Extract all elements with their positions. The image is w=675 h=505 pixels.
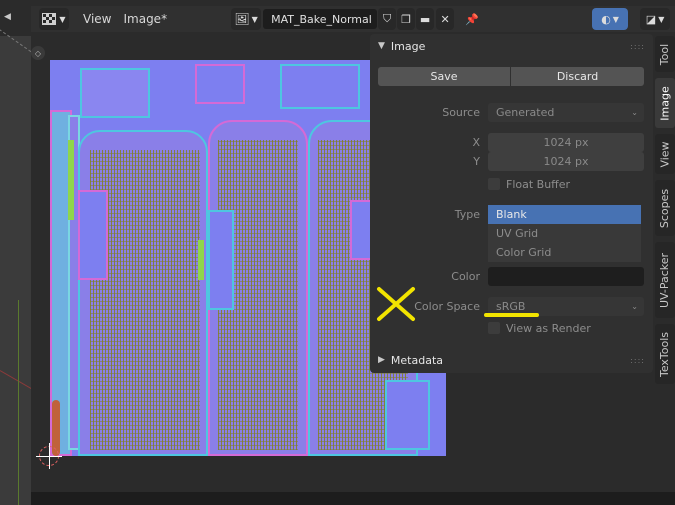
color-swatch[interactable] bbox=[488, 266, 644, 286]
x-label: X bbox=[472, 135, 480, 149]
open-image-button[interactable]: ▬ bbox=[416, 8, 435, 30]
menu-view[interactable]: View bbox=[77, 8, 117, 30]
x-row: X 1024 px bbox=[378, 132, 644, 152]
view-as-render-row: View as Render bbox=[378, 318, 644, 338]
texture-accent bbox=[198, 240, 204, 280]
texture-accent bbox=[68, 140, 74, 220]
checker-grid-icon bbox=[42, 13, 57, 25]
annotation-underline bbox=[484, 313, 539, 317]
pin-button[interactable]: 📌 bbox=[462, 8, 482, 30]
chevron-down-icon: ▼ bbox=[612, 14, 619, 24]
x-axis-line bbox=[0, 370, 31, 401]
y-axis-line bbox=[18, 300, 19, 505]
chevron-down-icon: ▼ bbox=[658, 14, 665, 24]
x-resolution-field[interactable]: 1024 px bbox=[488, 132, 644, 152]
image-editor: ▼ View Image* 🖼 ▼ MAT_Bake_Normal ⛉ ❐ ▬ … bbox=[31, 0, 675, 505]
texture-block bbox=[280, 64, 360, 109]
type-option-blank[interactable]: Blank bbox=[488, 205, 641, 224]
y-label: Y bbox=[473, 154, 480, 168]
color-label: Color bbox=[451, 269, 480, 283]
texture-hole bbox=[78, 190, 108, 280]
type-option-color-grid[interactable]: Color Grid bbox=[488, 243, 641, 262]
menu-image[interactable]: Image* bbox=[117, 8, 173, 30]
image-icon: 🖼 bbox=[234, 12, 250, 26]
collapse-triangle-icon[interactable]: ◀ bbox=[4, 12, 11, 22]
discard-button[interactable]: Discard bbox=[511, 66, 644, 86]
float-buffer-label: Float Buffer bbox=[506, 177, 571, 191]
color-space-value: sRGB bbox=[496, 299, 526, 313]
fake-user-button[interactable]: ⛉ bbox=[378, 8, 397, 30]
image-panel-header[interactable]: ▼ Image :::: bbox=[370, 34, 653, 58]
browse-image-button[interactable]: 🖼 ▼ bbox=[231, 8, 262, 30]
3d-viewport-edge[interactable]: ◀ bbox=[0, 0, 31, 505]
overlay-icon: ◐ bbox=[601, 12, 611, 26]
blender-window: ◀ ▼ View Image* 🖼 ▼ MAT_Bake_Normal ⛉ ❐ … bbox=[0, 0, 675, 505]
y-row: Y 1024 px bbox=[378, 151, 644, 171]
tab-view[interactable]: View bbox=[655, 134, 675, 174]
metadata-panel-header[interactable]: ▶ Metadata :::: bbox=[370, 349, 653, 371]
display-channels-button[interactable]: ◪ ▼ bbox=[640, 8, 671, 30]
2d-cursor-icon[interactable] bbox=[36, 443, 62, 469]
texture-block bbox=[80, 68, 150, 118]
float-buffer-row: Float Buffer bbox=[378, 174, 644, 194]
drag-grip-icon[interactable]: :::: bbox=[630, 42, 645, 51]
annotation-x-mark bbox=[377, 287, 415, 321]
texture-block bbox=[385, 380, 430, 450]
chevron-right-icon: ▶ bbox=[378, 355, 385, 365]
image-name-field[interactable]: MAT_Bake_Normal bbox=[263, 9, 378, 29]
chevron-down-icon: ▼ bbox=[251, 14, 258, 24]
drag-grip-icon[interactable]: :::: bbox=[630, 356, 645, 365]
tab-tool[interactable]: Tool bbox=[655, 36, 675, 72]
close-icon: ✕ bbox=[440, 12, 450, 26]
view-as-render-checkbox[interactable] bbox=[488, 322, 500, 334]
texture-block bbox=[195, 64, 245, 104]
image-panel-title: Image bbox=[390, 39, 426, 53]
folder-icon: ▬ bbox=[419, 12, 431, 26]
duplicate-icon: ❐ bbox=[401, 12, 412, 26]
gizmo-toggle-button[interactable]: ◐ ▼ bbox=[592, 8, 629, 30]
chevron-down-icon: ⌄ bbox=[631, 301, 638, 311]
source-value: Generated bbox=[496, 105, 555, 119]
save-button[interactable]: Save bbox=[378, 66, 510, 86]
unlink-button[interactable]: ✕ bbox=[436, 8, 455, 30]
source-row: Source Generated ⌄ bbox=[378, 102, 644, 122]
color-row: Color bbox=[378, 266, 644, 286]
tab-textools[interactable]: TexTools bbox=[655, 324, 675, 384]
metadata-title: Metadata bbox=[390, 353, 444, 367]
status-bar bbox=[31, 492, 675, 505]
type-label: Type bbox=[454, 207, 480, 221]
shield-icon: ⛉ bbox=[382, 12, 392, 25]
y-resolution-field[interactable]: 1024 px bbox=[488, 151, 644, 171]
pin-icon: 📌 bbox=[465, 12, 479, 26]
chevron-down-icon: ▼ bbox=[378, 41, 385, 51]
type-option-uv-grid[interactable]: UV Grid bbox=[488, 224, 641, 243]
chevron-down-icon: ▼ bbox=[59, 14, 66, 24]
tab-uv-packer[interactable]: UV-Packer bbox=[655, 242, 675, 318]
texture-hole bbox=[208, 210, 234, 310]
source-label: Source bbox=[442, 105, 480, 119]
source-dropdown[interactable]: Generated ⌄ bbox=[488, 102, 644, 122]
tab-image[interactable]: Image bbox=[655, 78, 675, 128]
toolbar-expand-icon[interactable]: ◇ bbox=[31, 46, 45, 60]
display-channel-icon: ◪ bbox=[645, 12, 657, 26]
chevron-down-icon: ⌄ bbox=[631, 107, 638, 117]
float-buffer-checkbox[interactable] bbox=[488, 178, 500, 190]
image-sidebar-panel: ▼ Image :::: Save Discard Source Generat… bbox=[370, 34, 653, 373]
image-editor-header: ▼ View Image* 🖼 ▼ MAT_Bake_Normal ⛉ ❐ ▬ … bbox=[31, 6, 675, 32]
new-image-button[interactable]: ❐ bbox=[397, 8, 416, 30]
save-discard-row: Save Discard bbox=[378, 66, 644, 86]
tab-scopes[interactable]: Scopes bbox=[655, 180, 675, 236]
view-as-render-label: View as Render bbox=[506, 321, 591, 335]
sidebar-tabs: Tool Image View Scopes UV-Packer TexTool… bbox=[655, 34, 675, 384]
editor-type-button[interactable]: ▼ bbox=[39, 8, 69, 30]
